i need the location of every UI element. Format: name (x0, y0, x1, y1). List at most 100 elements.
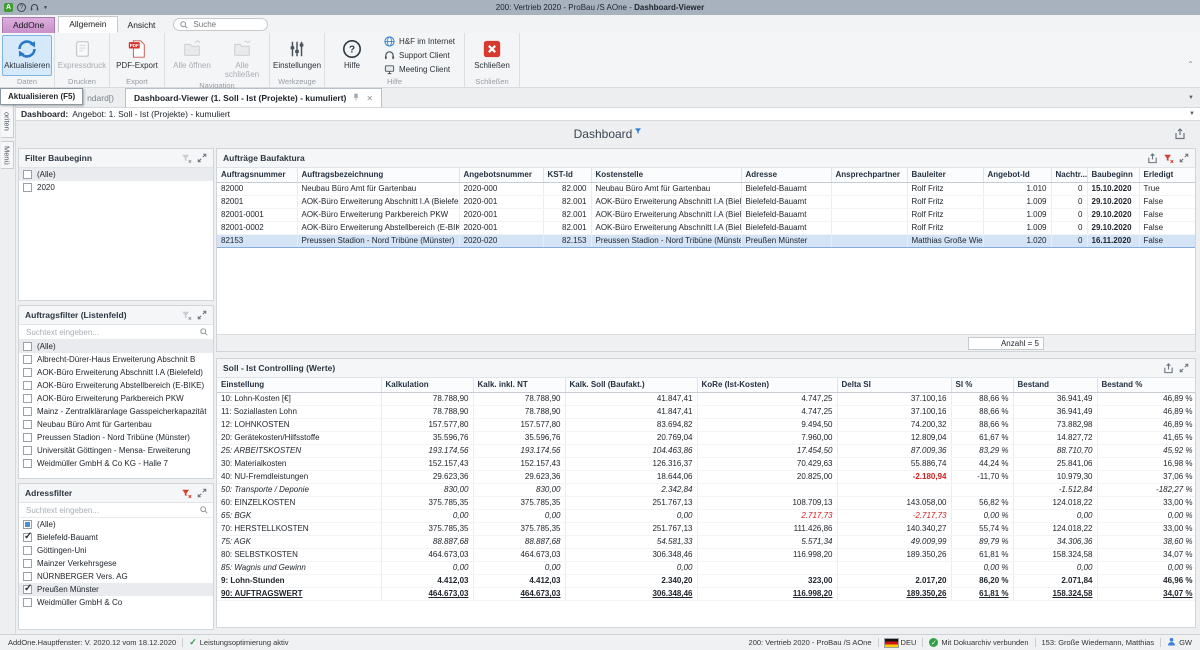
ribbon-button-schließen[interactable]: Schließen (467, 35, 517, 76)
status-user-initials[interactable]: GW (1167, 637, 1192, 648)
checkbox[interactable] (23, 433, 32, 442)
tab-addone[interactable]: AddOne (2, 17, 55, 33)
dashboard-selector-bar[interactable]: Dashboard: Angebot: 1. Soll - Ist (Proje… (16, 108, 1200, 121)
column-header[interactable]: Kalkulation (381, 378, 473, 392)
column-header[interactable]: Angebotsnummer (459, 168, 543, 182)
search-input[interactable] (24, 327, 196, 338)
column-header[interactable]: Adresse (741, 168, 831, 182)
list-item[interactable]: 2020 (19, 181, 213, 194)
column-header[interactable]: Bestand (1013, 378, 1097, 392)
list-item[interactable]: Weidmüller GmbH & Co (19, 596, 213, 609)
column-header[interactable]: Auftragsnummer (217, 168, 297, 182)
ribbon-button-pdf-export[interactable]: PDFPDF-Export (112, 35, 162, 76)
table-row[interactable]: 82001AOK-Büro Erweiterung Abschnitt I.A … (217, 195, 1196, 208)
list-item[interactable]: Neubau Büro Amt für Gartenbau (19, 418, 213, 431)
search-input[interactable] (191, 19, 261, 30)
column-header[interactable]: Bestand % (1097, 378, 1196, 392)
headset-quick-icon[interactable] (30, 3, 39, 12)
table-row[interactable]: 30: Materialkosten152.157,43152.157,4312… (217, 457, 1196, 470)
column-header[interactable]: Baubeginn (1087, 168, 1139, 182)
list-item[interactable]: AOK-Büro Erweiterung Parkbereich PKW (19, 392, 213, 405)
column-header[interactable]: Auftragsbezeichnung (297, 168, 459, 182)
dashboard-filter-icon[interactable] (634, 124, 642, 138)
adressfilter-search[interactable] (19, 503, 213, 518)
ribbon-button-hilfe[interactable]: ?Hilfe (327, 35, 377, 76)
tab-ansicht[interactable]: Ansicht (118, 18, 166, 33)
list-item[interactable]: Weidmüller GmbH & Co KG - Halle 7 (19, 457, 213, 470)
checkbox[interactable] (23, 459, 32, 468)
table-row[interactable]: 65: BGK0,000,000,002.717,73-2.717,730,00… (217, 509, 1196, 522)
table-row[interactable]: 11: Soziallasten Lohn78.788,9078.788,904… (217, 405, 1196, 418)
sidebar-tab-favoriten[interactable]: oriten (1, 104, 14, 138)
maximize-panel-icon[interactable] (197, 310, 207, 320)
column-header[interactable]: Einstellung (217, 378, 381, 392)
close-tab-icon[interactable]: ✕ (366, 94, 373, 103)
checkbox[interactable] (23, 355, 32, 364)
checkbox[interactable] (23, 183, 32, 192)
maximize-panel-icon[interactable] (1179, 153, 1189, 163)
table-row[interactable]: 50: Transporte / Deponie830,00830,002.34… (217, 483, 1196, 496)
table-row[interactable]: 85: Wagnis und Gewinn0,000,000,000,00 %0… (217, 561, 1196, 574)
table-row[interactable]: 75: AGK88.887,6888.887,6854.581,335.571,… (217, 535, 1196, 548)
list-item[interactable]: Göttingen-Uni (19, 544, 213, 557)
column-header[interactable]: Kalk. Soll (Baufakt.) (565, 378, 697, 392)
maximize-panel-icon[interactable] (1179, 363, 1189, 373)
ribbon-link-meeting-client[interactable]: Meeting Client (384, 64, 455, 75)
checkbox[interactable] (23, 368, 32, 377)
column-header[interactable]: SI % (951, 378, 1013, 392)
column-header[interactable]: Erledigt (1139, 168, 1196, 182)
auftragsfilter-search[interactable] (19, 325, 213, 340)
pin-icon[interactable] (352, 93, 360, 103)
checkbox[interactable] (23, 394, 32, 403)
filter-active-icon[interactable] (181, 488, 192, 499)
column-header[interactable]: Delta SI (837, 378, 951, 392)
ribbon-collapse-icon[interactable]: ⌃ (1187, 60, 1194, 69)
checkbox[interactable] (23, 585, 32, 594)
checkbox[interactable] (23, 420, 32, 429)
table-row[interactable]: 25: ARBEITSKOSTEN193.174,56193.174,56104… (217, 444, 1196, 457)
list-item[interactable]: (Alle) (19, 518, 213, 531)
checkbox[interactable] (23, 342, 32, 351)
checkbox[interactable] (23, 170, 32, 179)
filter-clear-icon[interactable] (181, 153, 192, 164)
column-header[interactable]: KST-Id (543, 168, 591, 182)
ribbon-button-alle-schließen[interactable]: Alle schließen (217, 35, 267, 80)
list-item[interactable]: Mainz - Zentralkläranlage Gasspeicherkap… (19, 405, 213, 418)
table-row[interactable]: 82001-0001AOK-Büro Erweiterung Parkberei… (217, 208, 1196, 221)
table-row[interactable]: 82001-0002AOK-Büro Erweiterung Abstellbe… (217, 221, 1196, 234)
checkbox[interactable] (23, 407, 32, 416)
list-item[interactable]: Preußen Münster (19, 583, 213, 596)
checkbox[interactable] (23, 533, 32, 542)
table-row[interactable]: 60: EINZELKOSTEN375.785,35375.785,35251.… (217, 496, 1196, 509)
ribbon-button-einstellungen[interactable]: Einstellungen (272, 35, 322, 76)
list-item[interactable]: (Alle) (19, 340, 213, 353)
list-item[interactable]: NÜRNBERGER Vers. AG (19, 570, 213, 583)
maximize-panel-icon[interactable] (197, 153, 207, 163)
table-row[interactable]: 20: Gerätekosten/Hilfsstoffe35.596,7635.… (217, 431, 1196, 444)
table-row[interactable]: 9: Lohn-Stunden4.412,034.412,032.340,203… (217, 574, 1196, 587)
table-row[interactable]: 80: SELBSTKOSTEN464.673,03464.673,03306.… (217, 548, 1196, 561)
sidebar-tab-menu[interactable]: Menü (1, 141, 14, 169)
tab-dashboard-viewer[interactable]: Dashboard-Viewer (1. Soll - Ist (Projekt… (125, 88, 382, 107)
list-item[interactable]: (Alle) (19, 168, 213, 181)
list-item[interactable]: Albrecht-Dürer-Haus Erweiterung Abschnit… (19, 353, 213, 366)
list-item[interactable]: Preussen Stadion - Nord Tribüne (Münster… (19, 431, 213, 444)
filter-active-icon[interactable] (1163, 153, 1174, 164)
table-row[interactable]: 12: LOHNKOSTEN157.577,80157.577,8083.694… (217, 418, 1196, 431)
table-row[interactable]: 70: HERSTELLKOSTEN375.785,35375.785,3525… (217, 522, 1196, 535)
column-header[interactable]: Ansprechpartner (831, 168, 907, 182)
table-row[interactable]: 90: AUFTRAGSWERT464.673,03464.673,03306.… (217, 587, 1196, 600)
ribbon-link-support-client[interactable]: Support Client (384, 50, 455, 61)
tab-list-dropdown-icon[interactable]: ▼ (1188, 95, 1200, 101)
help-quick-icon[interactable]: ? (17, 3, 26, 12)
column-header[interactable]: Bauleiter (907, 168, 983, 182)
column-header[interactable]: KoRe (Ist-Kosten) (697, 378, 837, 392)
checkbox[interactable] (23, 446, 32, 455)
column-header[interactable]: Kostenstelle (591, 168, 741, 182)
ribbon-button-expressdruck[interactable]: Expressdruck (57, 35, 107, 76)
table-row[interactable]: 10: Lohn-Kosten [€]78.788,9078.788,9041.… (217, 392, 1196, 405)
checkbox[interactable] (23, 520, 32, 529)
export-icon[interactable] (1163, 363, 1174, 374)
dashboard-export-icon[interactable] (1174, 127, 1186, 145)
status-language[interactable]: DEU (885, 638, 917, 647)
